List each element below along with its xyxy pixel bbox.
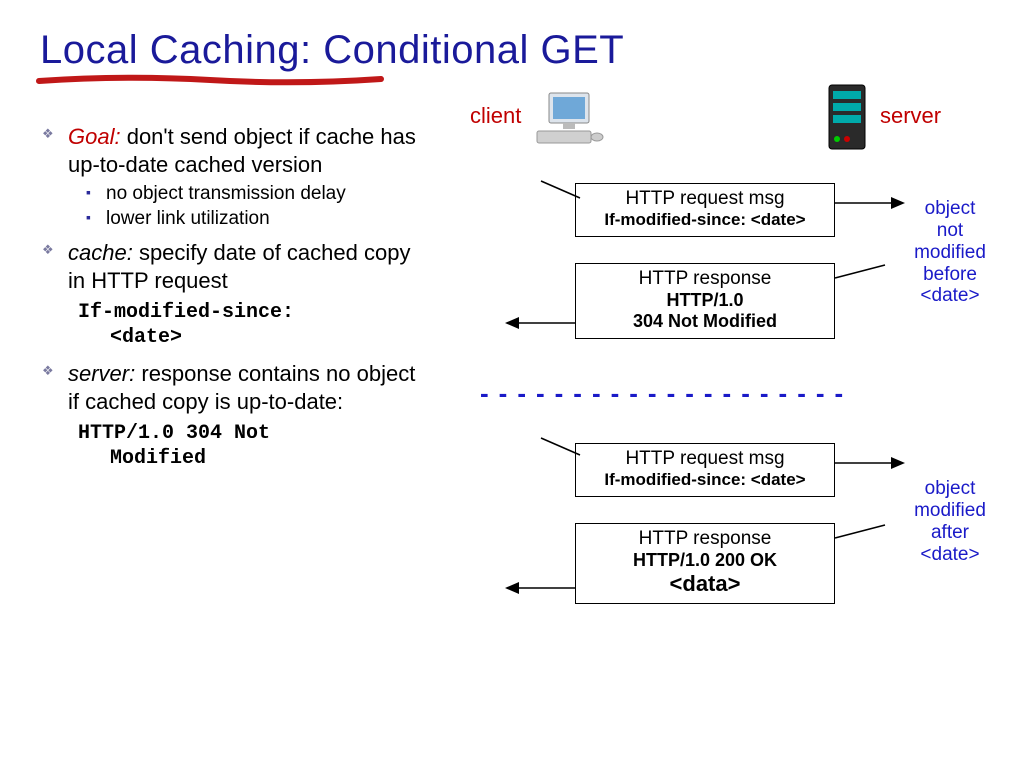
bullet-server: server: response contains no object if c… [40, 360, 430, 415]
note-not-modified: objectnotmodifiedbefore<date> [910, 198, 990, 307]
request-box-2: HTTP request msg If-modified-since: <dat… [575, 443, 835, 497]
resp2-line1: HTTP response [586, 528, 824, 550]
server-label: server: [68, 361, 135, 386]
arrow-resp1-in [835, 263, 890, 283]
diagram-area: client server HTTP request msg If-modifi… [440, 123, 984, 481]
bullet-cache: cache: specify date of cached copy in HT… [40, 239, 430, 294]
server-label: server [880, 103, 941, 129]
resp1-line2: HTTP/1.0 [586, 290, 824, 311]
client-icon [535, 91, 605, 146]
server-code: HTTP/1.0 304 NotModified [78, 421, 430, 471]
resp1-line3: 304 Not Modified [586, 311, 824, 332]
arrow-req2-in [535, 435, 580, 460]
note-modified: objectmodifiedafter<date> [910, 478, 990, 565]
resp2-line2: HTTP/1.0 200 OK [586, 550, 824, 571]
client-label: client [470, 103, 521, 129]
req1-line1: HTTP request msg [586, 188, 824, 210]
cache-code: If-modified-since:<date> [78, 300, 430, 350]
goal-sub1: no object transmission delay [86, 182, 430, 207]
resp2-line3: <data> [586, 571, 824, 597]
response-box-2: HTTP response HTTP/1.0 200 OK <data> [575, 523, 835, 604]
goal-text: don't send object if cache has up-to-dat… [68, 124, 416, 177]
req1-line2: If-modified-since: <date> [586, 210, 824, 230]
page-title: Local Caching: Conditional GET [40, 28, 984, 73]
goal-sub2: lower link utilization [86, 207, 430, 232]
arrow-req1-out [835, 193, 905, 213]
resp1-line1: HTTP response [586, 268, 824, 290]
bullet-column: Goal: don't send object if cache has up-… [40, 123, 440, 481]
arrow-resp1-out [505, 313, 575, 333]
request-box-1: HTTP request msg If-modified-since: <dat… [575, 183, 835, 237]
arrow-req1-in [535, 178, 580, 203]
goal-label: Goal: [68, 124, 121, 149]
divider-dashes: -------------------- [480, 378, 853, 409]
bullet-goal: Goal: don't send object if cache has up-… [40, 123, 430, 231]
cache-label: cache: [68, 240, 133, 265]
arrow-resp2-in [835, 523, 890, 543]
title-underline [35, 74, 385, 88]
arrow-req2-out [835, 453, 905, 473]
server-icon [825, 83, 870, 153]
req2-line2: If-modified-since: <date> [586, 470, 824, 490]
req2-line1: HTTP request msg [586, 448, 824, 470]
response-box-1: HTTP response HTTP/1.0 304 Not Modified [575, 263, 835, 339]
arrow-resp2-out [505, 578, 575, 598]
